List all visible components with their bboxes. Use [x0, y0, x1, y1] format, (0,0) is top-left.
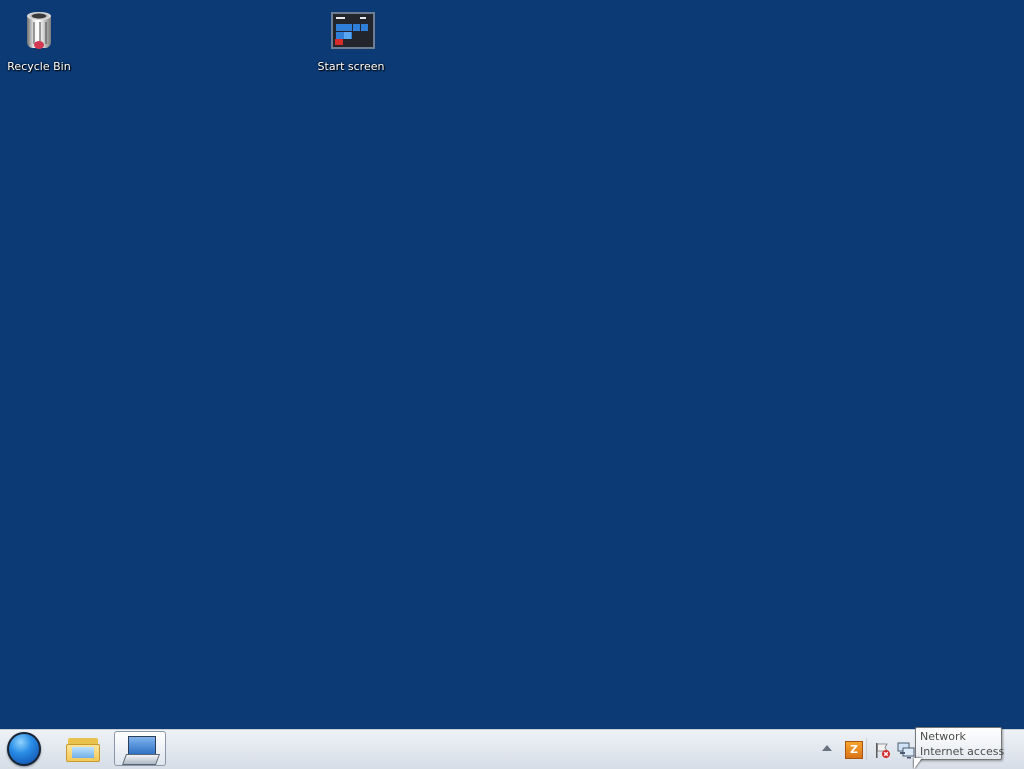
action-center-flag-icon[interactable]	[873, 741, 891, 759]
start-screen-shortcut[interactable]: Start screen	[311, 8, 391, 73]
taskbar: Z	[0, 729, 1024, 769]
taskbar-on-screen-keyboard-button[interactable]	[114, 731, 166, 766]
start-screen-label: Start screen	[317, 60, 385, 73]
network-tooltip: Network Internet access	[915, 727, 1005, 760]
app-tray-icon[interactable]: Z	[845, 741, 863, 759]
tray-separator	[866, 738, 867, 760]
desktop[interactable]: Recycle Bin Start screen	[0, 0, 1024, 729]
network-icon[interactable]	[897, 741, 915, 759]
recycle-bin-icon	[15, 8, 63, 56]
start-orb-icon	[7, 732, 41, 766]
taskbar-file-explorer-button[interactable]	[57, 731, 109, 766]
app-tray-glyph: Z	[850, 743, 858, 756]
tooltip-title: Network	[920, 730, 966, 743]
mouse-cursor-icon	[914, 758, 922, 769]
tooltip-status: Internet access	[920, 745, 1005, 758]
chevron-up-icon[interactable]	[822, 745, 832, 751]
start-button[interactable]	[6, 732, 44, 766]
recycle-bin-label: Recycle Bin	[7, 60, 71, 73]
start-screen-icon	[327, 8, 375, 56]
recycle-bin-shortcut[interactable]: Recycle Bin	[0, 8, 79, 73]
